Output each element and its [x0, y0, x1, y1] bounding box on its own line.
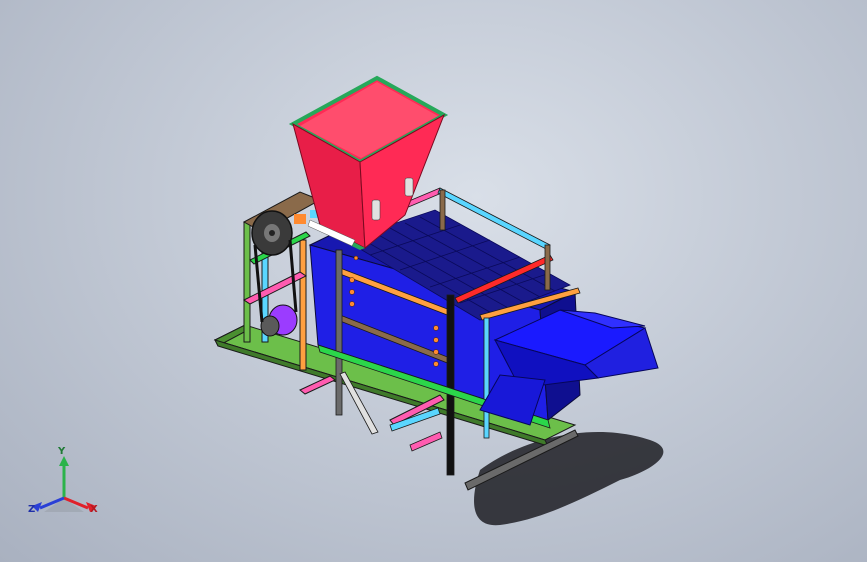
y-axis-label: Y	[58, 446, 66, 457]
model-shadow	[474, 431, 664, 526]
3d-viewport[interactable]: Y X Z	[0, 0, 867, 562]
x-axis-label: X	[90, 504, 98, 515]
vibrating-screen-model[interactable]	[0, 0, 867, 562]
z-axis-label: Z	[28, 504, 36, 515]
axis-triad: Y X Z	[24, 446, 104, 526]
